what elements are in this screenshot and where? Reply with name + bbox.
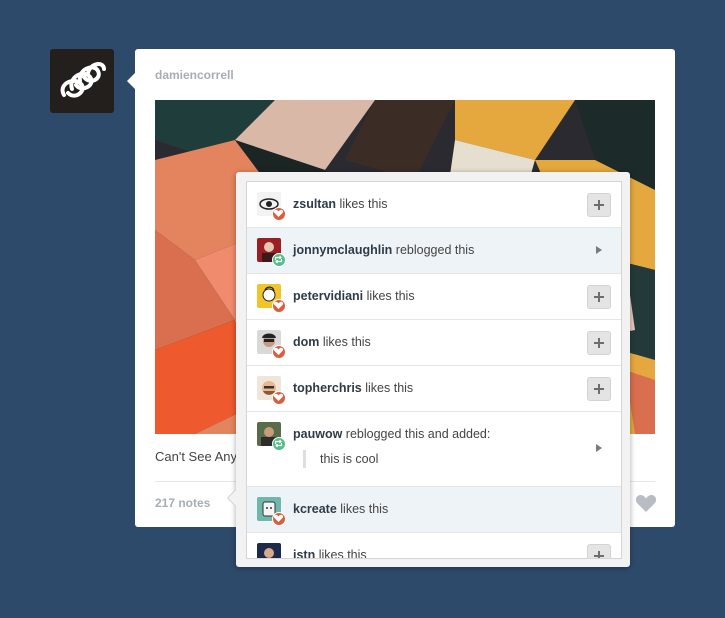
note-item[interactable]: jonnymclaughlin reblogged this <box>247 228 621 274</box>
reblog-badge <box>272 437 286 451</box>
reblog-badge <box>272 253 286 267</box>
note-item: topherchris likes this <box>247 366 621 412</box>
note-username[interactable]: pauwow <box>293 427 342 441</box>
note-text: zsultan likes this <box>293 197 387 211</box>
note-text: petervidiani likes this <box>293 289 415 303</box>
heart-icon <box>273 347 284 355</box>
note-action: likes this <box>366 289 415 303</box>
note-item: jstn likes this <box>247 533 621 559</box>
note-username[interactable]: jstn <box>293 548 315 558</box>
expand-arrow-icon[interactable] <box>596 246 602 254</box>
note-username[interactable]: dom <box>293 335 319 349</box>
note-item: petervidiani likes this <box>247 274 621 320</box>
heart-icon <box>273 393 284 401</box>
note-action: likes this <box>339 197 388 211</box>
follow-button[interactable] <box>587 285 611 309</box>
like-badge <box>272 345 286 359</box>
heart-icon <box>273 514 284 522</box>
heart-icon <box>635 495 657 512</box>
follow-button[interactable] <box>587 331 611 355</box>
note-action: likes this <box>318 548 367 559</box>
reblog-icon <box>274 439 283 448</box>
like-badge <box>272 391 286 405</box>
note-username[interactable]: kcreate <box>293 502 337 516</box>
note-text: topherchris likes this <box>293 381 413 395</box>
note-item[interactable]: pauwow reblogged this and added: this is… <box>247 412 621 487</box>
note-item: zsultan likes this <box>247 182 621 228</box>
note-text: jonnymclaughlin reblogged this <box>293 243 474 257</box>
note-text: jstn likes this <box>293 548 367 559</box>
like-button[interactable] <box>635 493 657 513</box>
note-action: reblogged this <box>395 243 475 257</box>
follow-button[interactable] <box>587 193 611 217</box>
post-author[interactable]: damiencorrell <box>155 68 234 82</box>
reblog-icon <box>274 255 283 264</box>
photo-avatar-icon <box>257 543 281 558</box>
user-avatar[interactable] <box>257 543 281 558</box>
reblog-comment: this is cool <box>303 450 378 468</box>
note-username[interactable]: topherchris <box>293 381 362 395</box>
like-badge <box>272 207 286 221</box>
note-text: kcreate likes this <box>293 502 388 516</box>
note-action: likes this <box>322 335 371 349</box>
like-badge <box>272 512 286 526</box>
notes-count-link[interactable]: 217 notes <box>155 496 210 510</box>
post-caption: Can't See Anything <box>155 449 245 464</box>
note-username[interactable]: petervidiani <box>293 289 363 303</box>
spiral-logo-icon <box>60 62 106 98</box>
heart-icon <box>273 301 284 309</box>
note-username[interactable]: zsultan <box>293 197 336 211</box>
note-action: likes this <box>340 502 389 516</box>
notes-popover: zsultan likes this jonnymclaughlin reblo… <box>227 172 630 567</box>
notes-list[interactable]: zsultan likes this jonnymclaughlin reblo… <box>246 181 622 559</box>
follow-button[interactable] <box>587 544 611 558</box>
note-action: reblogged this and added: <box>345 427 491 441</box>
expand-arrow-icon[interactable] <box>596 444 602 452</box>
note-item: kcreate likes this <box>247 487 621 533</box>
follow-button[interactable] <box>587 377 611 401</box>
blog-avatar[interactable] <box>50 49 114 113</box>
like-badge <box>272 299 286 313</box>
heart-icon <box>273 209 284 217</box>
note-username[interactable]: jonnymclaughlin <box>293 243 392 257</box>
note-action: likes this <box>365 381 414 395</box>
note-item: dom likes this <box>247 320 621 366</box>
note-text: dom likes this <box>293 335 371 349</box>
note-text: pauwow reblogged this and added: <box>293 427 490 441</box>
